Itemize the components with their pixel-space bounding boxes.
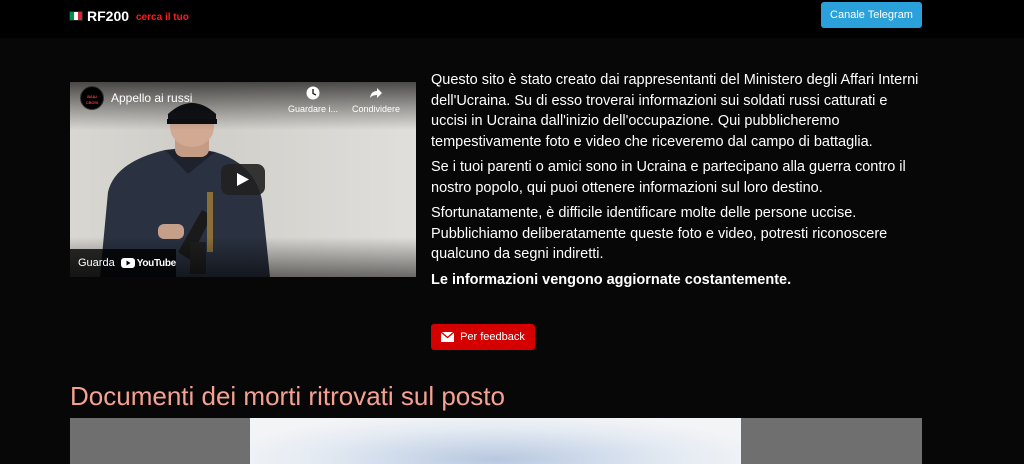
brand-tagline: cerca il tuo — [136, 12, 189, 23]
update-notice: Le informazioni vengono aggiornate costa… — [431, 271, 792, 288]
share-button[interactable]: Condividere — [346, 86, 406, 114]
youtube-play-icon — [120, 258, 135, 268]
play-button[interactable] — [221, 164, 265, 195]
video-title[interactable]: Appello ai russi — [111, 91, 192, 105]
youtube-logo: YouTube — [120, 257, 177, 269]
clock-icon — [306, 86, 320, 100]
channel-avatar[interactable]: ВАШ СВОЇХ — [80, 86, 104, 110]
feedback-label: Per feedback — [460, 331, 525, 343]
play-icon — [237, 173, 249, 186]
intro-paragraph-2: Se i tuoi parenti o amici sono in Ucrain… — [431, 159, 906, 196]
watch-later-button[interactable]: Guardare i... — [283, 86, 343, 114]
intro-paragraph-1: Questo sito è stato creato dai rappresen… — [431, 72, 919, 150]
intro-paragraph-3: Sfortunatamente, è difficile identificar… — [431, 205, 888, 262]
documents-gallery — [70, 418, 922, 464]
watch-on-youtube-button[interactable]: Guarda YouTube — [70, 249, 176, 277]
italy-flag-icon — [69, 11, 83, 21]
brand-logo[interactable]: RF200 cerca il tuo — [69, 8, 189, 24]
document-photo[interactable] — [250, 418, 741, 464]
navbar: RF200 cerca il tuo Canale Telegram — [0, 0, 1024, 38]
youtube-wordmark: YouTube — [136, 257, 177, 269]
envelope-icon — [441, 332, 455, 342]
telegram-channel-button[interactable]: Canale Telegram — [821, 2, 922, 28]
share-label: Condividere — [351, 104, 401, 114]
watch-later-label: Guardare i... — [287, 104, 339, 114]
feedback-button[interactable]: Per feedback — [431, 324, 535, 350]
brand-name: RF200 — [87, 8, 130, 24]
video-player[interactable]: ВАШ СВОЇХ Appello ai russi Guardare i...… — [70, 82, 416, 277]
intro-text: Questo sito è stato creato dai rappresen… — [431, 70, 926, 295]
share-icon — [370, 88, 382, 98]
section-title: Documenti dei morti ritrovati sul posto — [70, 381, 505, 411]
watch-on-label: Guarda — [78, 257, 115, 269]
